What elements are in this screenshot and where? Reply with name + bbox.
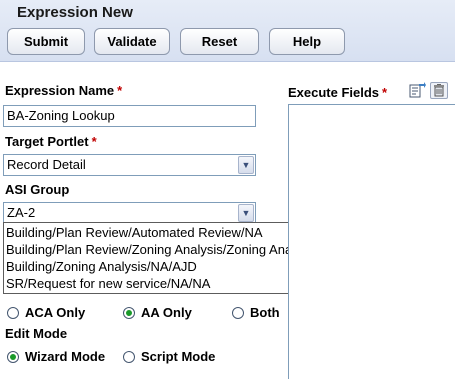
radio-script-mode-label: Script Mode: [141, 349, 216, 364]
expression-name-label: Expression Name *: [5, 83, 122, 98]
expression-name-label-text: Expression Name: [5, 83, 115, 98]
radio-button-icon[interactable]: [123, 350, 135, 363]
help-button[interactable]: Help: [269, 28, 345, 55]
radio-both-label: Both: [250, 305, 280, 320]
asi-group-select[interactable]: ZA-2 ▼: [3, 202, 256, 224]
required-marker: *: [382, 85, 388, 100]
dropdown-option[interactable]: Building/Plan Review/Automated Review/NA: [6, 225, 263, 241]
execute-fields-panel[interactable]: [288, 104, 455, 379]
delete-icon[interactable]: [430, 82, 448, 99]
target-portlet-label: Target Portlet *: [5, 134, 97, 149]
radio-aca-only-label: ACA Only: [25, 305, 86, 320]
radio-button-icon[interactable]: [232, 306, 244, 319]
chevron-down-icon[interactable]: ▼: [238, 156, 254, 174]
edit-mode-label: Edit Mode: [5, 326, 68, 341]
target-portlet-value: Record Detail: [7, 157, 86, 172]
add-field-icon[interactable]: [408, 82, 426, 99]
required-marker: *: [91, 134, 97, 149]
toolbar-header: Expression New Submit Validate Reset Hel…: [0, 0, 455, 62]
dropdown-option[interactable]: Building/Zoning Analysis/NA/AJD: [6, 259, 197, 275]
asi-group-label: ASI Group: [5, 182, 70, 197]
radio-both[interactable]: Both: [232, 305, 280, 320]
radio-aca-only[interactable]: ACA Only: [7, 305, 85, 320]
radio-aa-only-label: AA Only: [141, 305, 192, 320]
target-portlet-label-text: Target Portlet: [5, 134, 89, 149]
radio-aa-only[interactable]: AA Only: [123, 305, 192, 320]
execute-fields-label: Execute Fields *: [288, 85, 387, 100]
required-marker: *: [117, 83, 123, 98]
target-portlet-select[interactable]: Record Detail ▼: [3, 154, 256, 176]
radio-button-checked-icon[interactable]: [123, 306, 135, 319]
page-title: Expression New: [17, 4, 133, 21]
reset-button[interactable]: Reset: [180, 28, 259, 55]
radio-wizard-mode[interactable]: Wizard Mode: [7, 349, 105, 364]
dropdown-option[interactable]: SR/Request for new service/NA/NA: [6, 276, 210, 292]
dropdown-option[interactable]: Building/Plan Review/Zoning Analysis/Zon…: [6, 242, 317, 258]
radio-wizard-mode-label: Wizard Mode: [25, 349, 106, 364]
radio-button-checked-icon[interactable]: [7, 350, 19, 363]
radio-script-mode[interactable]: Script Mode: [123, 349, 215, 364]
asi-group-value: ZA-2: [7, 205, 36, 220]
execute-fields-label-text: Execute Fields: [288, 85, 380, 100]
validate-button[interactable]: Validate: [94, 28, 170, 55]
radio-button-icon[interactable]: [7, 306, 19, 319]
submit-button[interactable]: Submit: [7, 28, 85, 55]
expression-name-input[interactable]: BA-Zoning Lookup: [3, 105, 256, 127]
chevron-down-icon[interactable]: ▼: [238, 204, 254, 222]
